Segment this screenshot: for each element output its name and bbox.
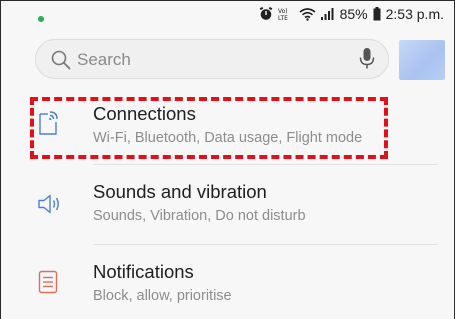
svg-text:LTE: LTE	[278, 15, 288, 21]
highlight-box	[30, 97, 388, 159]
search-icon	[51, 50, 71, 70]
wifi-icon	[299, 8, 316, 21]
settings-screen: Vo) LTE 85% 2:53 p.m. Search Connections…	[0, 0, 455, 319]
battery-percent: 85%	[339, 6, 368, 22]
avatar[interactable]	[399, 40, 445, 80]
notification-dot	[38, 16, 44, 22]
sounds-subtitle: Sounds, Vibration, Do not disturb	[93, 208, 306, 224]
notifications-subtitle: Block, allow, prioritise	[93, 288, 232, 304]
settings-item-sounds-and-vibration[interactable]: Sounds and vibration Sounds, Vibration, …	[1, 171, 454, 241]
volte-icon: Vo) LTE	[278, 8, 288, 21]
sound-icon	[38, 194, 59, 214]
clock: 2:53 p.m.	[385, 6, 444, 22]
divider	[93, 164, 438, 165]
sounds-title: Sounds and vibration	[93, 181, 267, 202]
divider	[93, 244, 438, 245]
svg-text:Vo): Vo)	[278, 8, 288, 15]
status-bar: Vo) LTE 85% 2:53 p.m.	[1, 1, 454, 31]
notifications-icon	[38, 270, 58, 294]
search-bar[interactable]: Search	[35, 39, 389, 79]
status-icons: Vo) LTE 85% 2:53 p.m.	[259, 6, 444, 22]
settings-item-notifications[interactable]: Notifications Block, allow, prioritise	[1, 251, 454, 317]
battery-icon	[373, 7, 381, 21]
search-placeholder: Search	[77, 50, 131, 69]
signal-icon	[320, 8, 334, 20]
notifications-title: Notifications	[93, 261, 194, 282]
microphone-icon[interactable]	[358, 47, 376, 71]
alarm-icon	[259, 7, 272, 20]
